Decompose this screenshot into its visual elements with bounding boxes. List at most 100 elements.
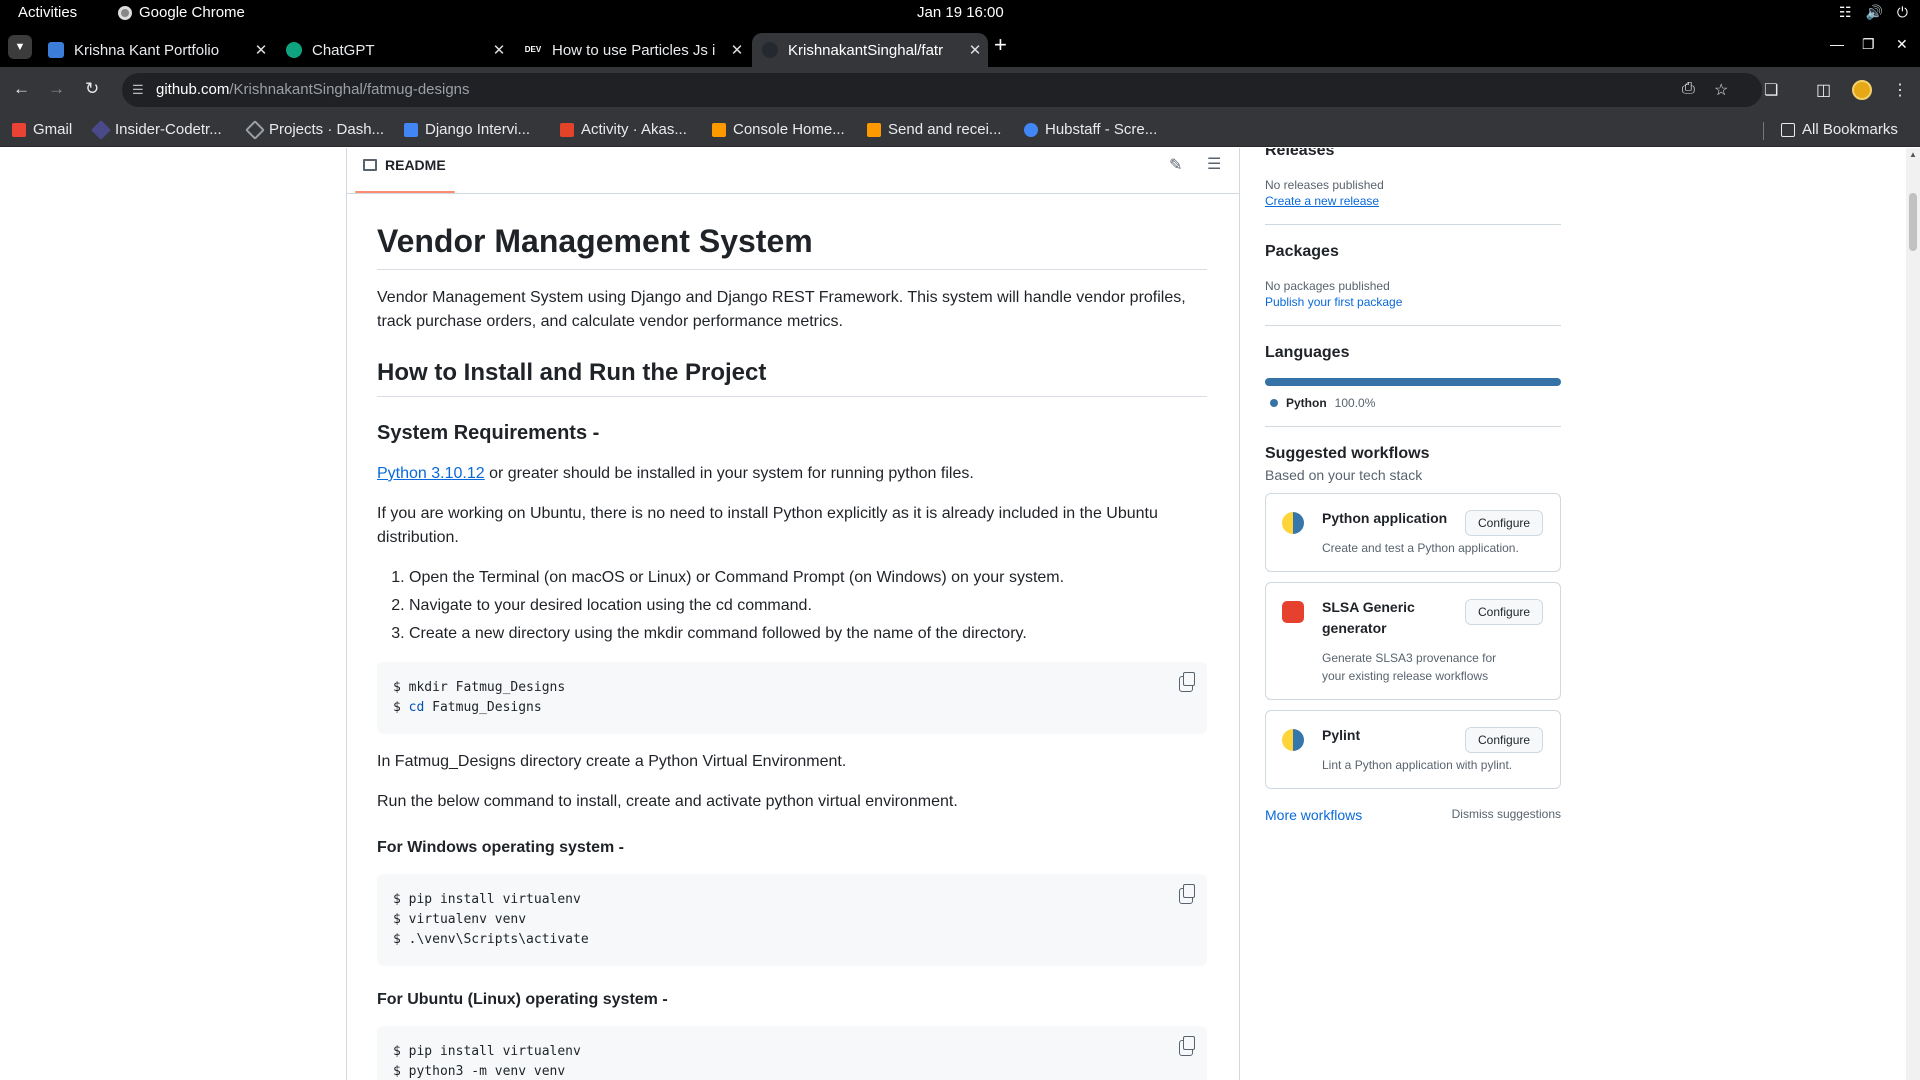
workflows-footer: More workflows Dismiss suggestions bbox=[1265, 807, 1561, 823]
app-menu[interactable]: Google Chrome bbox=[118, 4, 245, 21]
profile-avatar[interactable] bbox=[1852, 80, 1872, 100]
gmail-icon bbox=[12, 122, 26, 137]
site-info-icon[interactable]: ☰ bbox=[132, 73, 144, 107]
docs-icon bbox=[404, 122, 418, 137]
close-window-button[interactable]: ✕ bbox=[1896, 36, 1908, 53]
minimize-button[interactable]: — bbox=[1830, 36, 1844, 52]
packages-title[interactable]: Packages bbox=[1265, 241, 1561, 263]
close-icon[interactable]: ✕ bbox=[248, 41, 274, 59]
bookmark-gmail[interactable]: Gmail bbox=[12, 121, 72, 138]
page-scrollbar[interactable]: ▲ bbox=[1906, 148, 1920, 1080]
configure-button[interactable]: Configure bbox=[1465, 727, 1544, 753]
hubstaff-icon bbox=[1024, 122, 1038, 137]
code-block-windows: $ pip install virtualenv $ virtualenv ve… bbox=[377, 874, 1207, 966]
pencil-icon[interactable]: ✎ bbox=[1169, 155, 1182, 175]
reload-button[interactable]: ↻ bbox=[85, 79, 99, 99]
language-python[interactable]: Python 100.0% bbox=[1265, 396, 1561, 410]
activities-button[interactable]: Activities bbox=[18, 4, 77, 21]
tab-title: Krishna Kant Portfolio bbox=[74, 41, 220, 59]
run-note: Run the below command to install, create… bbox=[377, 793, 958, 810]
tab-github-active[interactable]: KrishnakantSinghal/fatr ✕ bbox=[752, 33, 988, 67]
url-host: github.com bbox=[156, 81, 230, 98]
bookmark-django[interactable]: Django Intervi... bbox=[404, 121, 530, 138]
workflow-card: Python application Create and test a Pyt… bbox=[1265, 493, 1561, 572]
bookmark-send-receive[interactable]: Send and recei... bbox=[867, 121, 1001, 138]
bookmark-insider[interactable]: Insider-Codetr... bbox=[91, 119, 222, 140]
scrollbar-thumb[interactable] bbox=[1909, 193, 1917, 251]
languages-title: Languages bbox=[1265, 344, 1350, 361]
all-bookmarks-folder[interactable]: All Bookmarks bbox=[1781, 121, 1898, 138]
tab-title: ChatGPT bbox=[312, 41, 375, 59]
dismiss-suggestions-button[interactable]: Dismiss suggestions bbox=[1452, 807, 1561, 823]
network-icon: ☷ bbox=[1838, 4, 1852, 20]
folder-icon bbox=[1781, 122, 1795, 137]
workflow-desc: Generate SLSA3 provenance for your exist… bbox=[1322, 651, 1497, 683]
address-bar[interactable]: ☰ github.com/KrishnakantSinghal/fatmug-d… bbox=[122, 73, 1762, 107]
side-panel-icon[interactable]: ◫ bbox=[1816, 80, 1831, 100]
code-line: $ .\venv\Scripts\activate bbox=[393, 932, 589, 947]
outline-list-icon[interactable]: ☰ bbox=[1207, 154, 1221, 174]
steps-list: Open the Terminal (on macOS or Linux) or… bbox=[377, 566, 1207, 646]
menu-kebab-icon[interactable]: ⋮ bbox=[1892, 80, 1908, 100]
list-item: Open the Terminal (on macOS or Linux) or… bbox=[409, 566, 1207, 590]
tab-dev-particles[interactable]: DEV How to use Particles Js i ✕ bbox=[514, 33, 750, 67]
close-icon[interactable]: ✕ bbox=[486, 41, 512, 59]
readme-tab[interactable]: README bbox=[363, 157, 446, 173]
bookmark-gitlab-activity[interactable]: Activity · Akas... bbox=[560, 121, 687, 138]
workflows-subtitle: Based on your tech stack bbox=[1265, 467, 1423, 483]
close-icon[interactable]: ✕ bbox=[962, 41, 988, 59]
heading-windows: For Windows operating system - bbox=[377, 839, 624, 856]
bookmark-hubstaff[interactable]: Hubstaff - Scre... bbox=[1024, 121, 1157, 138]
releases-title[interactable]: Releases bbox=[1265, 148, 1561, 162]
readme-box: README ✎ ☰ Vendor Management System Vend… bbox=[346, 148, 1240, 1080]
configure-button[interactable]: Configure bbox=[1465, 599, 1544, 625]
python-version-link[interactable]: Python 3.10.12 bbox=[377, 465, 485, 482]
tab-chatgpt[interactable]: ChatGPT ✕ bbox=[276, 33, 512, 67]
diamond-icon bbox=[245, 119, 265, 140]
publish-package-link[interactable]: Publish your first package bbox=[1265, 295, 1402, 309]
language-bar bbox=[1265, 378, 1561, 386]
maximize-button[interactable]: ❐ bbox=[1862, 36, 1875, 53]
url-path: /KrishnakantSinghal/fatmug-designs bbox=[229, 81, 470, 98]
workflow-card: Pylint Lint a Python application with py… bbox=[1265, 710, 1561, 789]
code-line: $ pip install virtualenv bbox=[393, 1044, 581, 1059]
tab-portfolio[interactable]: Krishna Kant Portfolio ✕ bbox=[38, 33, 274, 67]
tab-search-button[interactable]: ▼ bbox=[8, 35, 32, 59]
extensions-icon[interactable]: ❏ bbox=[1764, 80, 1778, 100]
workflow-desc: Create and test a Python application. bbox=[1322, 541, 1519, 555]
system-tray[interactable]: ☷ 🔊 ⏻ bbox=[1839, 4, 1908, 21]
code-line: $ cd Fatmug_Designs bbox=[393, 700, 542, 715]
book-icon bbox=[363, 159, 377, 171]
code-line: $ python3 -m venv venv bbox=[393, 1064, 566, 1079]
packages-empty: No packages published bbox=[1265, 279, 1390, 293]
readme-header: README ✎ ☰ bbox=[347, 148, 1239, 194]
configure-button[interactable]: Configure bbox=[1465, 510, 1544, 536]
copy-icon[interactable] bbox=[1179, 1036, 1195, 1056]
language-color-dot bbox=[1270, 399, 1278, 407]
back-button[interactable]: ← bbox=[13, 79, 30, 99]
heading-requirements: System Requirements - bbox=[377, 422, 600, 444]
clock[interactable]: Jan 19 16:00 bbox=[917, 4, 1004, 21]
languages-section: Languages Python 100.0% bbox=[1265, 342, 1561, 427]
workflow-desc: Lint a Python application with pylint. bbox=[1322, 758, 1513, 772]
bookmark-star-icon[interactable]: ☆ bbox=[1714, 80, 1728, 100]
install-app-icon[interactable]: ⎙ bbox=[1682, 80, 1695, 98]
heading-ubuntu: For Ubuntu (Linux) operating system - bbox=[377, 991, 668, 1008]
scroll-up-icon[interactable]: ▲ bbox=[1909, 150, 1917, 159]
code-block-ubuntu: $ pip install virtualenv $ python3 -m ve… bbox=[377, 1026, 1207, 1080]
forward-button[interactable]: → bbox=[48, 79, 65, 99]
workflow-name: SLSA Generic generator bbox=[1322, 599, 1415, 636]
repo-sidebar: Releases No releases published Create a … bbox=[1265, 148, 1561, 823]
new-tab-button[interactable]: + bbox=[994, 32, 1007, 58]
python-logo-icon bbox=[1282, 729, 1304, 751]
releases-empty: No releases published bbox=[1265, 178, 1384, 192]
tab-strip: ▼ Krishna Kant Portfolio ✕ ChatGPT ✕ DEV… bbox=[0, 27, 1920, 67]
more-workflows-link[interactable]: More workflows bbox=[1265, 807, 1362, 823]
copy-icon[interactable] bbox=[1179, 884, 1195, 904]
close-icon[interactable]: ✕ bbox=[724, 41, 750, 59]
bookmark-projects[interactable]: Projects · Dash... bbox=[245, 119, 384, 140]
bookmark-aws-console[interactable]: Console Home... bbox=[712, 121, 845, 138]
python-requirement: Python 3.10.12 or greater should be inst… bbox=[377, 465, 974, 482]
copy-icon[interactable] bbox=[1179, 672, 1195, 692]
create-release-link[interactable]: Create a new release bbox=[1265, 194, 1379, 208]
